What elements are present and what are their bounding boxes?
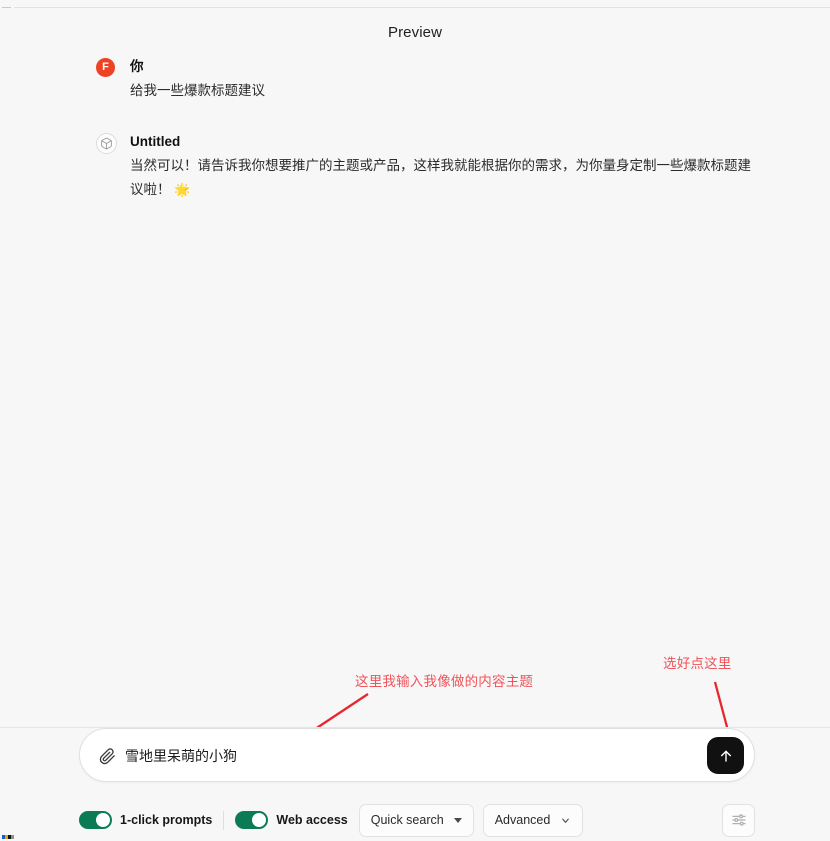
- message-body: 当然可以！请告诉我你想要推广的主题或产品，这样我就能根据你的需求，为你量身定制一…: [130, 154, 752, 202]
- conversation-list: F 你 给我一些爆款标题建议 Untitled 当然可以！请告诉我你想要推广的主…: [96, 57, 760, 202]
- chevron-down-icon: [562, 818, 570, 823]
- message-author: 你: [130, 59, 144, 74]
- cube-icon: [96, 133, 117, 154]
- arrow-up-icon: [720, 750, 731, 762]
- message-user: F 你 给我一些爆款标题建议: [96, 57, 760, 103]
- top-divider: [14, 7, 830, 8]
- toggle-knob: [96, 813, 110, 827]
- message-input-container[interactable]: [79, 728, 755, 783]
- caret-down-solid-icon: [453, 817, 462, 823]
- corner-pixel-artifact: [2, 835, 14, 839]
- message-body: 给我一些爆款标题建议: [130, 83, 265, 98]
- message-text: 当然可以！请告诉我你想要推广的主题或产品，这样我就能根据你的需求，为你量身定制一…: [130, 158, 751, 197]
- toggle-switch[interactable]: [235, 811, 269, 829]
- message-author: Untitled: [130, 134, 181, 149]
- toggle-label: 1-click prompts: [120, 813, 213, 827]
- composer-area: 1-click prompts Web access Quick search …: [0, 728, 830, 841]
- paperclip-icon[interactable]: [96, 745, 118, 767]
- dropdown-quick-search[interactable]: Quick search: [358, 803, 474, 837]
- star-emoji: 🌟: [174, 182, 191, 197]
- sliders-icon: [731, 814, 746, 826]
- dropdown-advanced[interactable]: Advanced: [482, 803, 584, 837]
- toolbar-separator: [223, 810, 225, 830]
- toggle-switch[interactable]: [79, 811, 112, 829]
- message-assistant: Untitled 当然可以！请告诉我你想要推广的主题或产品，这样我就能根据你的需…: [96, 132, 760, 202]
- send-button[interactable]: [707, 737, 744, 774]
- composer-toolbar: 1-click prompts Web access Quick search …: [79, 803, 755, 837]
- toggle-label: Web access: [276, 813, 348, 827]
- avatar: F: [96, 58, 115, 77]
- annotation-send-hint: 选好点这里: [663, 656, 732, 671]
- page-title: Preview: [387, 24, 443, 41]
- top-divider-stub: [2, 7, 11, 8]
- toggle-web-access[interactable]: Web access: [235, 811, 348, 829]
- dropdown-label: Advanced: [494, 813, 551, 827]
- message-input[interactable]: [125, 729, 692, 783]
- settings-sliders-button[interactable]: [722, 803, 755, 837]
- dropdown-label: Quick search: [370, 813, 444, 827]
- toggle-1-click-prompts[interactable]: 1-click prompts: [79, 811, 212, 829]
- toggle-knob: [252, 813, 267, 827]
- annotation-input-hint: 这里我输入我像做的内容主题: [355, 674, 534, 689]
